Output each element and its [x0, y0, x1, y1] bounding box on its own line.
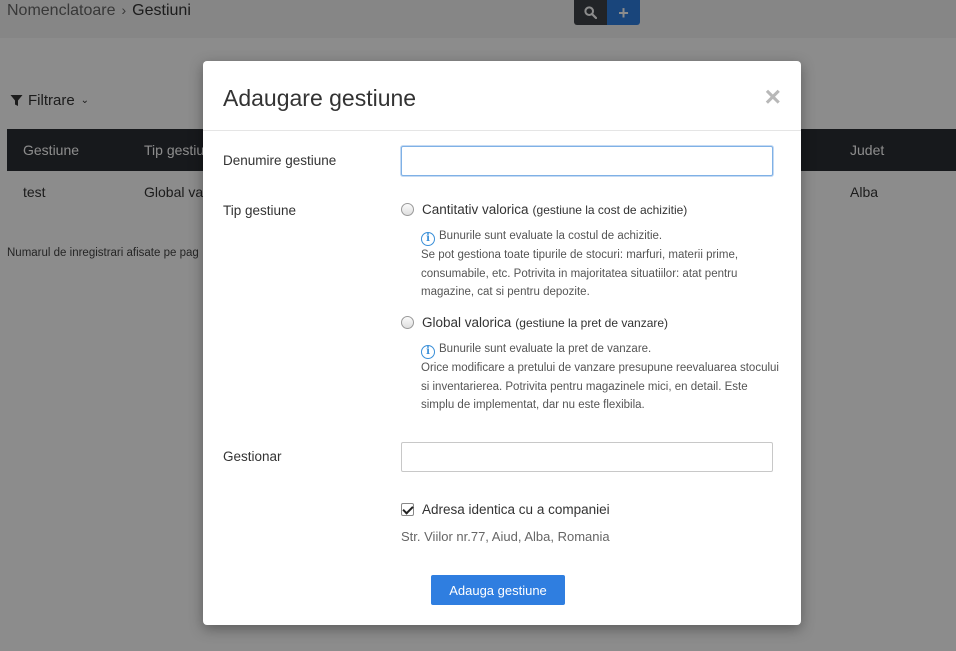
same-address-checkbox-row[interactable]: Adresa identica cu a companiei: [401, 502, 610, 517]
add-gestiune-dialog: Adaugare gestiune × Denumire gestiune Ti…: [203, 61, 801, 625]
gestionar-input[interactable]: [401, 442, 773, 472]
radio-label: Global valorica: [422, 315, 512, 330]
modal-header: Adaugare gestiune ×: [203, 61, 801, 131]
denumire-input[interactable]: [401, 146, 773, 176]
company-address: Str. Viilor nr.77, Aiud, Alba, Romania: [401, 529, 610, 544]
add-gestiune-button[interactable]: Adauga gestiune: [431, 575, 565, 605]
info-icon: i: [421, 232, 435, 246]
info-icon: i: [421, 345, 435, 359]
radio-sublabel: (gestiune la pret de vanzare): [515, 315, 669, 330]
info-details: Orice modificare a pretului de vanzare p…: [421, 362, 779, 411]
denumire-label: Denumire gestiune: [223, 153, 337, 168]
radio-label: Cantitativ valorica: [422, 202, 529, 217]
info-line: Bunurile sunt evaluate la pret de vanzar…: [439, 343, 652, 355]
tip-gestiune-label: Tip gestiune: [223, 203, 297, 218]
radio-global-valorica[interactable]: Global valorica (gestiune la pret de van…: [401, 315, 668, 330]
checkbox-label: Adresa identica cu a companiei: [422, 502, 610, 517]
same-address-checkbox[interactable]: [401, 503, 414, 516]
info-line: Bunurile sunt evaluate la costul de achi…: [439, 230, 663, 242]
radio-cantitativ-valorica[interactable]: Cantitativ valorica (gestiune la cost de…: [401, 202, 687, 217]
info-details: Se pot gestiona toate tipurile de stocur…: [421, 249, 739, 298]
modal-title: Adaugare gestiune: [223, 85, 417, 111]
option1-info: i Bunurile sunt evaluate la costul de ach…: [421, 227, 781, 302]
radio-button[interactable]: [401, 316, 414, 329]
radio-sublabel: (gestiune la cost de achizitie): [532, 202, 688, 217]
radio-button[interactable]: [401, 203, 414, 216]
close-icon[interactable]: ×: [765, 83, 781, 111]
gestionar-label: Gestionar: [223, 449, 282, 464]
option2-info: i Bunurile sunt evaluate la pret de vanza…: [421, 340, 781, 415]
